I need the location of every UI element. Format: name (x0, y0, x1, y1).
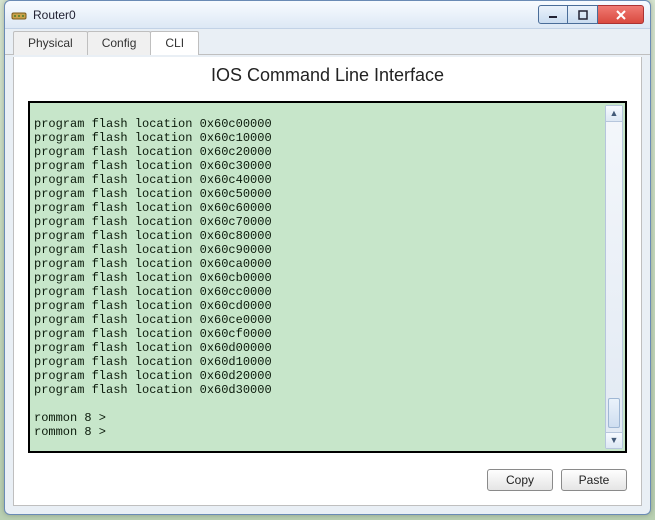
scroll-thumb[interactable] (608, 398, 620, 428)
titlebar[interactable]: Router0 (5, 1, 650, 29)
app-window: Router0 Physical Config CLI IOS Command … (4, 0, 651, 515)
scroll-up-button[interactable]: ▲ (606, 106, 622, 122)
close-button[interactable] (598, 5, 644, 24)
window-buttons (538, 5, 644, 24)
tab-cli[interactable]: CLI (150, 31, 199, 55)
maximize-button[interactable] (568, 5, 598, 24)
scroll-down-button[interactable]: ▼ (606, 432, 622, 448)
tab-physical[interactable]: Physical (13, 31, 88, 55)
terminal[interactable]: program flash location 0x60c00000 progra… (28, 101, 627, 453)
client-area: IOS Command Line Interface program flash… (13, 57, 642, 506)
button-row: Copy Paste (487, 469, 627, 491)
minimize-button[interactable] (538, 5, 568, 24)
chevron-up-icon: ▲ (610, 109, 619, 118)
tab-config[interactable]: Config (87, 31, 152, 55)
terminal-output[interactable]: program flash location 0x60c00000 progra… (30, 115, 625, 439)
copy-button[interactable]: Copy (487, 469, 553, 491)
chevron-down-icon: ▼ (610, 436, 619, 445)
vertical-scrollbar[interactable]: ▲ ▼ (605, 105, 623, 449)
app-icon (11, 7, 27, 23)
tabstrip: Physical Config CLI (5, 29, 650, 55)
cli-heading: IOS Command Line Interface (14, 57, 641, 94)
paste-button[interactable]: Paste (561, 469, 627, 491)
window-title: Router0 (33, 8, 538, 22)
